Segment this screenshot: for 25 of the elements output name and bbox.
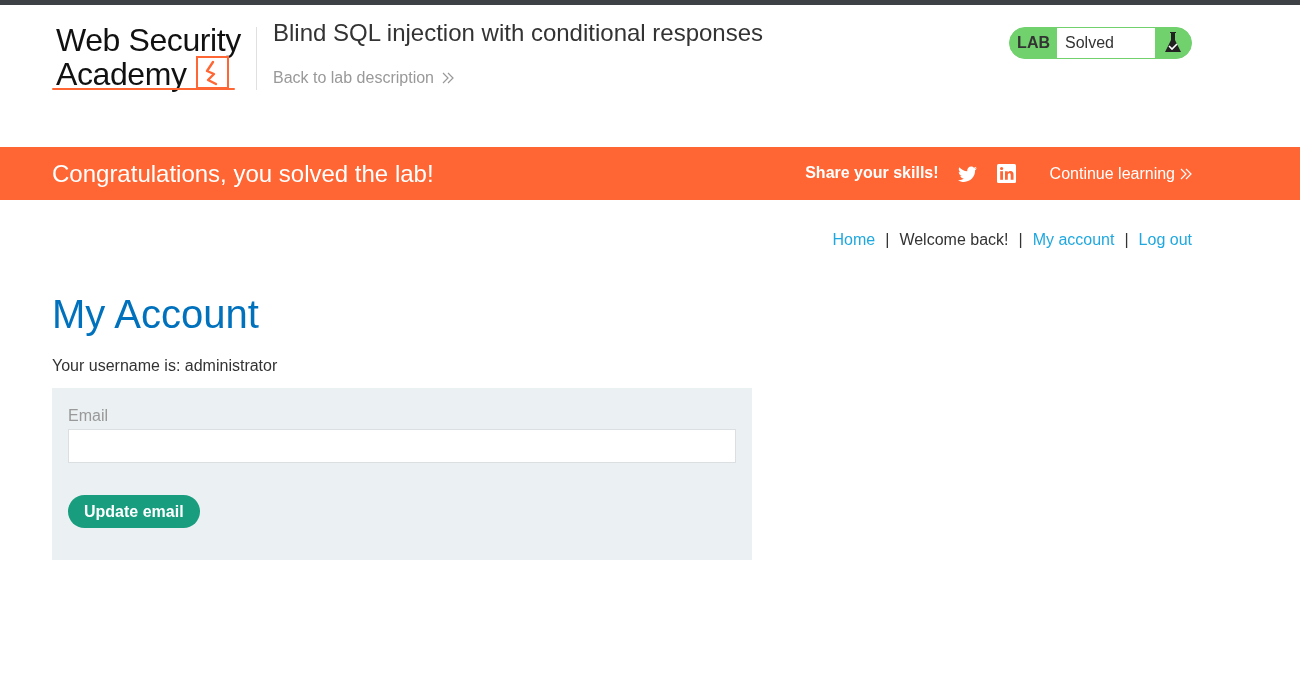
welcome-text: Welcome back! — [899, 230, 1009, 250]
username-text: Your username is: administrator — [52, 356, 279, 376]
logo-text: Academy — [55, 58, 187, 90]
back-link[interactable]: Back to lab description — [273, 68, 454, 88]
nav-separator: | — [885, 230, 890, 250]
email-input[interactable] — [68, 429, 736, 463]
double-chevron-icon — [1180, 167, 1192, 180]
nav-separator: | — [1018, 230, 1023, 250]
linkedin-icon[interactable] — [996, 164, 1016, 183]
lab-label: LAB — [1016, 33, 1051, 53]
nav-separator: | — [1124, 230, 1129, 250]
share-label: Share your skills! — [805, 162, 939, 183]
logo-text: Web Security — [55, 24, 242, 56]
page-heading: My Account — [52, 291, 259, 337]
nav-link[interactable]: Log out — [1138, 230, 1192, 250]
lab-title: Blind SQL injection with conditional responses — [273, 19, 764, 47]
email-label: Email — [68, 406, 108, 426]
banner-message: Congratulations, you solved the lab! — [52, 159, 434, 188]
nav-link[interactable]: Home — [832, 230, 876, 250]
continue-learning-link[interactable]: Continue learning — [1049, 163, 1192, 184]
double-chevron-icon — [442, 72, 454, 84]
update-email-button[interactable]: Update email — [68, 495, 200, 528]
lab-status: Solved — [1057, 28, 1155, 58]
bird-icon[interactable] — [957, 165, 977, 182]
nav-link[interactable]: My account — [1032, 230, 1115, 250]
